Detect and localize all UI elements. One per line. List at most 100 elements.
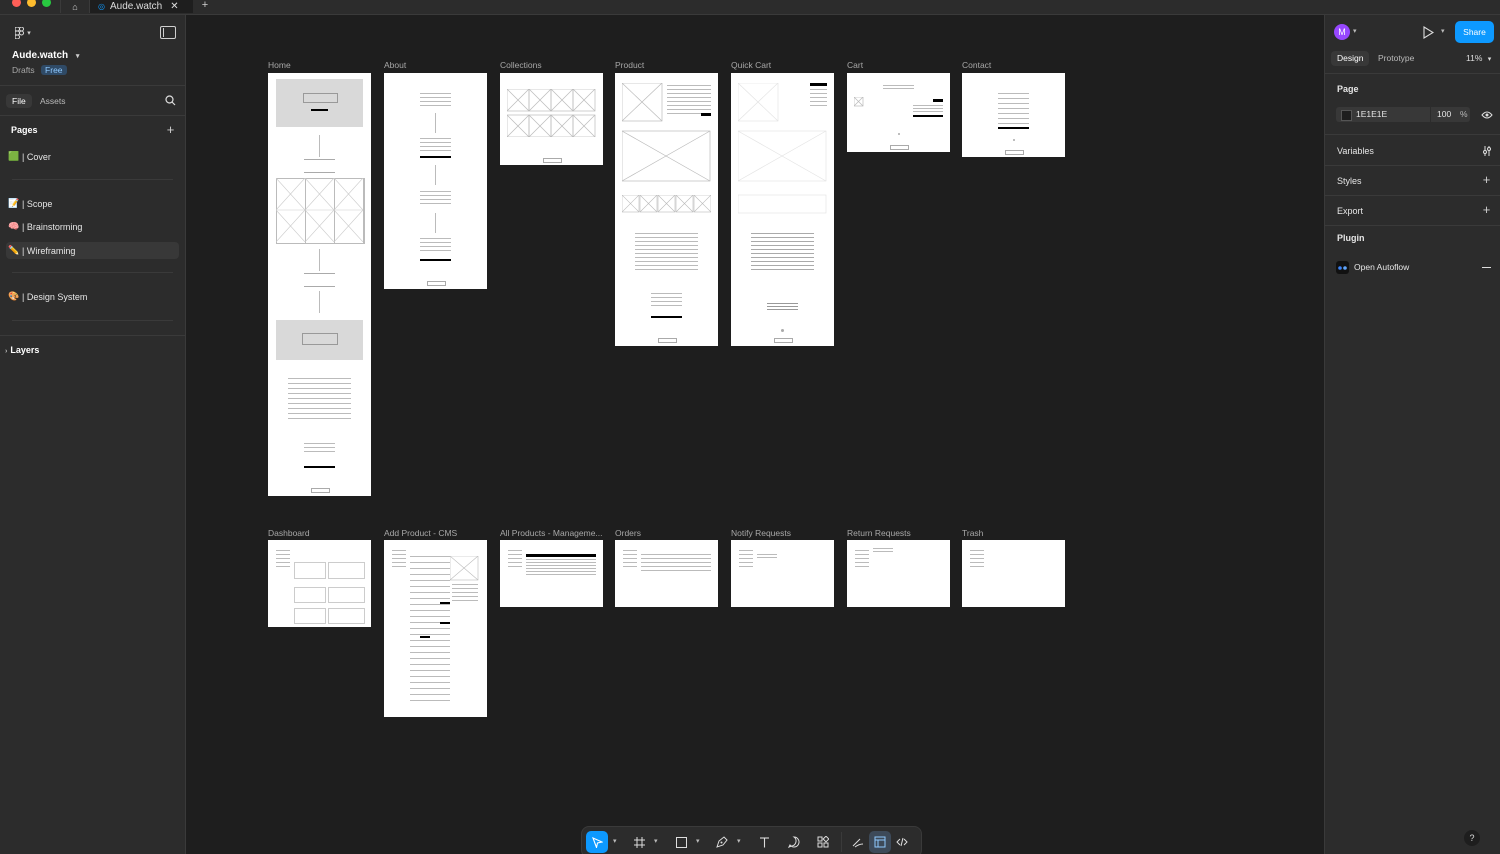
color-swatch[interactable]	[1341, 110, 1352, 121]
drafts-label[interactable]: Drafts	[12, 65, 35, 75]
comment-tool-icon[interactable]	[783, 831, 805, 853]
frame-contact[interactable]	[962, 73, 1065, 157]
toggle-sidebar-icon[interactable]	[160, 26, 176, 39]
add-style-icon[interactable]: +	[1480, 172, 1493, 187]
file-tab-button[interactable]: File	[6, 94, 32, 108]
page-item-cover[interactable]: 🟩 | Cover	[6, 148, 179, 165]
frame-label-add-product[interactable]: Add Product - CMS	[384, 528, 457, 538]
figma-menu-icon[interactable]: ▾	[12, 26, 34, 40]
design-mode-icon[interactable]	[869, 831, 891, 853]
right-sidebar: M ▾ ▾ Share Design Prototype 11% ▾ Page …	[1324, 15, 1500, 854]
frame-label-about[interactable]: About	[384, 60, 406, 70]
frame-notify-requests[interactable]	[731, 540, 834, 607]
tab-prototype[interactable]: Prototype	[1378, 51, 1414, 66]
frame-product[interactable]	[615, 73, 718, 346]
draw-mode-icon[interactable]	[847, 831, 869, 853]
resources-tool-icon[interactable]	[812, 831, 834, 853]
frame-label-collections[interactable]: Collections	[500, 60, 542, 70]
eye-icon[interactable]	[1480, 108, 1493, 121]
plugin-name[interactable]: Open Autoflow	[1354, 262, 1409, 272]
chevron-down-icon[interactable]: ▾	[654, 837, 658, 845]
page-label: | Cover	[22, 151, 51, 162]
frame-home[interactable]	[268, 73, 371, 496]
styles-header[interactable]: Styles	[1337, 176, 1362, 186]
page-emoji: 🧠	[8, 221, 20, 231]
frame-label-return-requests[interactable]: Return Requests	[847, 528, 911, 538]
frame-label-home[interactable]: Home	[268, 60, 291, 70]
dev-mode-icon[interactable]	[891, 831, 913, 853]
autoflow-icon	[1336, 261, 1349, 274]
avatar[interactable]: M	[1334, 24, 1350, 40]
frame-label-dashboard[interactable]: Dashboard	[268, 528, 310, 538]
frame-add-product-cms[interactable]	[384, 540, 487, 717]
maximize-window-button[interactable]	[42, 0, 51, 7]
variables-header[interactable]: Variables	[1337, 146, 1374, 156]
chevron-down-icon[interactable]: ▾	[1353, 27, 1357, 35]
file-name-text: Aude.watch	[12, 50, 69, 61]
new-tab-icon[interactable]: +	[198, 0, 212, 12]
search-icon[interactable]	[164, 94, 177, 107]
share-button[interactable]: Share	[1455, 21, 1494, 43]
frame-label-product[interactable]: Product	[615, 60, 644, 70]
layers-header[interactable]: › Layers	[5, 345, 39, 355]
variables-settings-icon[interactable]	[1480, 144, 1493, 157]
text-tool-icon[interactable]	[753, 831, 775, 853]
page-item-design-system[interactable]: 🎨 | Design System	[6, 288, 179, 305]
page-label: | Design System	[22, 291, 88, 302]
frame-label-all-products[interactable]: All Products - Manageme...	[500, 528, 603, 538]
file-tab[interactable]: ◎ Aude.watch ✕	[90, 0, 193, 13]
chevron-down-icon[interactable]: ▾	[613, 837, 617, 845]
add-page-icon[interactable]: +	[164, 122, 177, 137]
chevron-down-icon[interactable]: ▾	[1441, 27, 1445, 35]
page-bg-color-field[interactable]: 1E1E1E 100 %	[1336, 107, 1470, 122]
pen-tool-icon[interactable]	[711, 831, 733, 853]
left-sidebar: ▾ Aude.watch ▾ Drafts Free File Assets P…	[0, 15, 186, 854]
frame-label-trash[interactable]: Trash	[962, 528, 983, 538]
frame-return-requests[interactable]	[847, 540, 950, 607]
tab-design[interactable]: Design	[1331, 51, 1370, 66]
file-location: Drafts Free	[12, 65, 67, 75]
rectangle-tool-icon[interactable]	[670, 831, 692, 853]
close-tab-icon[interactable]: ✕	[170, 1, 178, 12]
layers-label: Layers	[10, 345, 40, 355]
pages-header: Pages	[11, 125, 38, 135]
chevron-down-icon[interactable]: ▾	[737, 837, 741, 845]
close-window-button[interactable]	[12, 0, 21, 7]
move-tool-icon[interactable]	[586, 831, 608, 853]
frame-orders[interactable]	[615, 540, 718, 607]
page-emoji: 🟩	[8, 151, 20, 161]
page-label: | Scope	[22, 198, 53, 209]
chevron-down-icon[interactable]: ▾	[696, 837, 700, 845]
frame-label-orders[interactable]: Orders	[615, 528, 641, 538]
frame-all-products[interactable]	[500, 540, 603, 607]
bg-color-hex[interactable]: 1E1E1E	[1356, 109, 1387, 119]
minimize-window-button[interactable]	[27, 0, 36, 7]
page-item-wireframing[interactable]: ✏️ | Wireframing	[6, 242, 179, 259]
frame-label-quick-cart[interactable]: Quick Cart	[731, 60, 771, 70]
frame-label-notify-requests[interactable]: Notify Requests	[731, 528, 791, 538]
frame-quick-cart[interactable]	[731, 73, 834, 346]
present-play-icon[interactable]	[1421, 24, 1435, 40]
frame-label-contact[interactable]: Contact	[962, 60, 991, 70]
home-icon[interactable]: ⌂	[60, 0, 90, 13]
page-label: | Brainstorming	[22, 221, 83, 232]
export-header[interactable]: Export	[1337, 206, 1363, 216]
frame-cart[interactable]	[847, 73, 950, 152]
assets-tab-button[interactable]: Assets	[40, 94, 66, 108]
frame-trash[interactable]	[962, 540, 1065, 607]
chevron-right-icon: ›	[5, 348, 8, 355]
frame-about[interactable]	[384, 73, 487, 289]
frame-tool-icon[interactable]	[628, 831, 650, 853]
page-item-scope[interactable]: 📝 | Scope	[6, 195, 179, 212]
frame-label-cart[interactable]: Cart	[847, 60, 863, 70]
canvas[interactable]: Home About Collections Product Quick Car…	[186, 15, 1324, 854]
bg-opacity[interactable]: 100	[1437, 109, 1451, 119]
add-export-icon[interactable]: +	[1480, 202, 1493, 217]
frame-dashboard[interactable]	[268, 540, 371, 627]
frame-collections[interactable]	[500, 73, 603, 165]
remove-plugin-icon[interactable]	[1482, 267, 1491, 268]
zoom-level[interactable]: 11% ▾	[1466, 53, 1491, 63]
page-item-brainstorming[interactable]: 🧠 | Brainstorming	[6, 218, 179, 235]
file-name[interactable]: Aude.watch ▾	[12, 50, 79, 61]
help-button[interactable]: ?	[1464, 830, 1480, 846]
